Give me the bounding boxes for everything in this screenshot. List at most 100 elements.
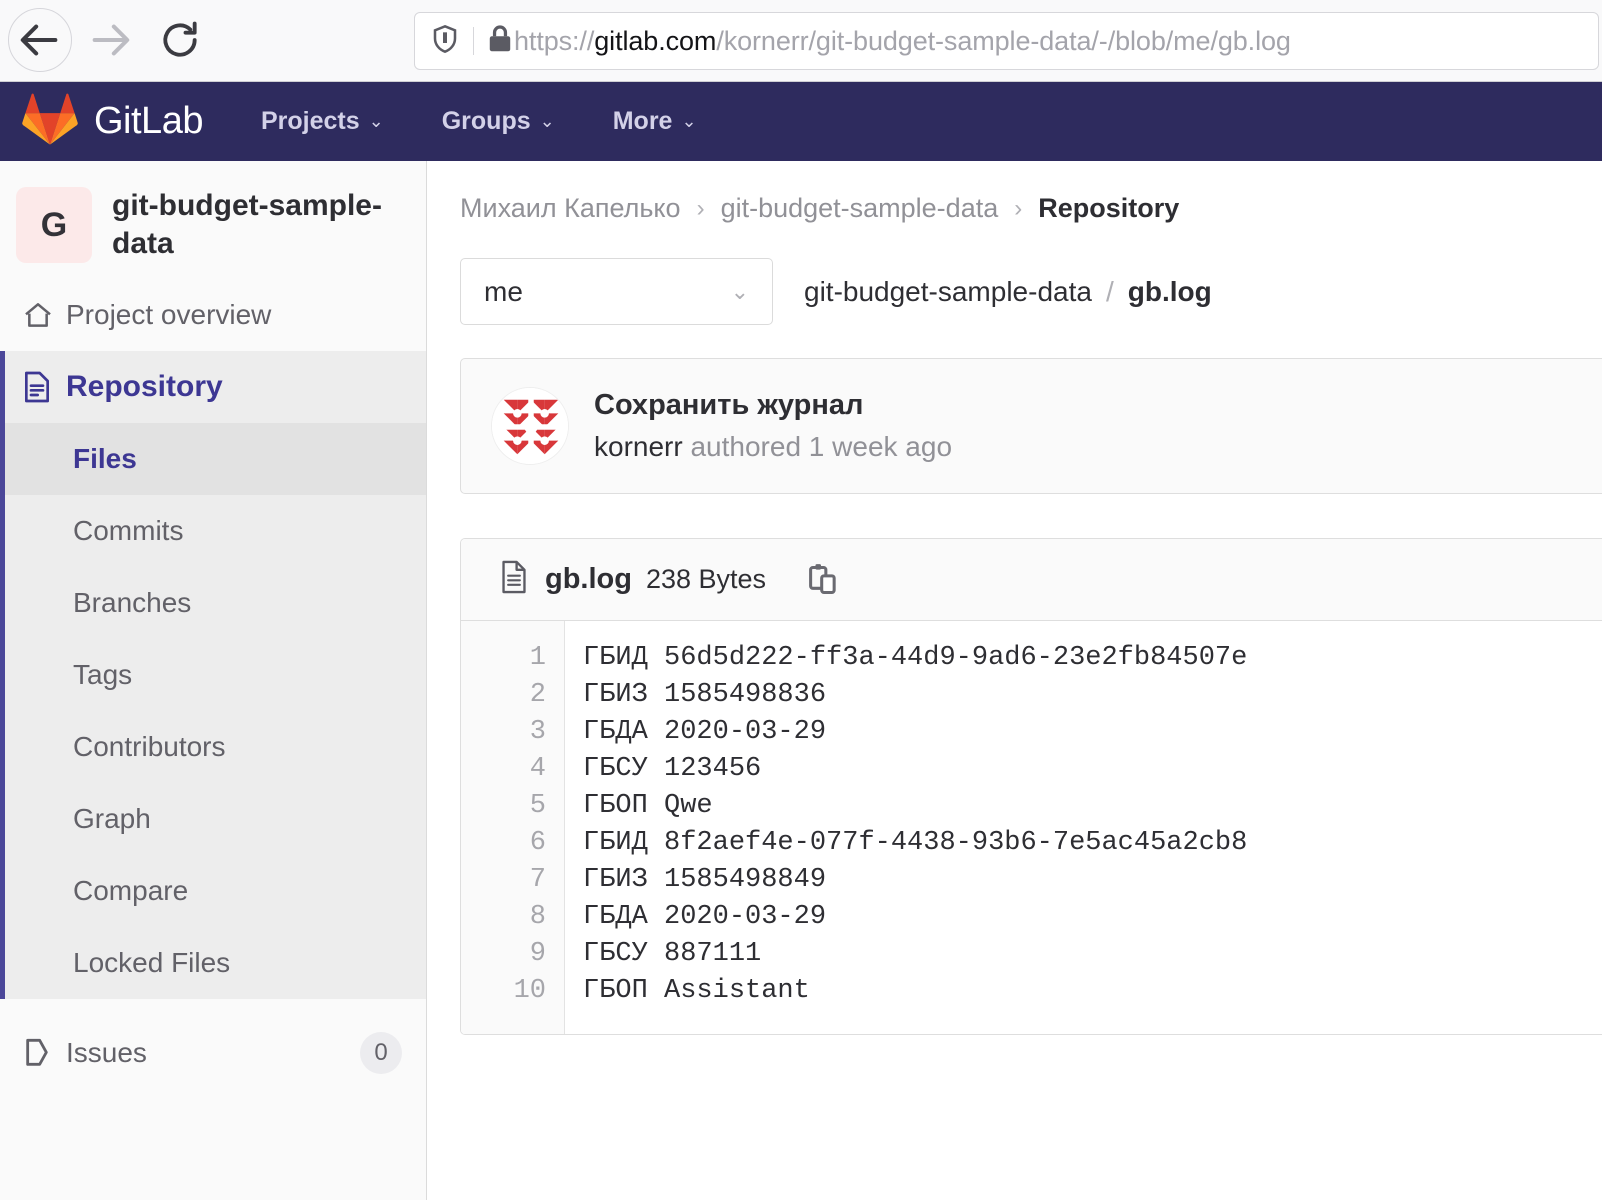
issues-count-badge: 0 <box>360 1032 402 1074</box>
padlock-icon[interactable] <box>486 24 514 59</box>
gitlab-wordmark: GitLab <box>94 100 203 143</box>
url-scheme: https:// <box>514 26 594 56</box>
breadcrumb-item-project[interactable]: git-budget-sample-data <box>721 193 999 224</box>
code-line: ГБСУ 123456 <box>583 751 1602 788</box>
sidebar-item-contributors-label: Contributors <box>73 731 226 763</box>
address-bar[interactable]: https://gitlab.com/kornerr/git-budget-sa… <box>414 12 1599 70</box>
sidebar-item-graph[interactable]: Graph <box>5 783 426 855</box>
nav-groups-label: Groups <box>442 107 531 136</box>
sidebar-item-files[interactable]: Files <box>5 423 426 495</box>
nav-groups[interactable]: Groups ⌄ <box>442 107 555 136</box>
code-line: ГБИД 56d5d222-ff3a-44d9-9ad6-23e2fb84507… <box>583 640 1602 677</box>
sidebar-item-compare[interactable]: Compare <box>5 855 426 927</box>
line-number[interactable]: 5 <box>461 788 546 825</box>
sidebar-item-issues-label: Issues <box>66 1037 147 1069</box>
code-line: ГБСУ 887111 <box>583 936 1602 973</box>
nav-projects-label: Projects <box>261 107 360 136</box>
path-filename: gb.log <box>1128 276 1212 308</box>
line-number-gutter[interactable]: 1 2 3 4 5 6 7 8 9 10 <box>461 621 565 1034</box>
breadcrumb-item-owner[interactable]: Михаил Капелько <box>460 193 681 224</box>
branch-selector-value: me <box>484 276 523 308</box>
line-number[interactable]: 3 <box>461 714 546 751</box>
breadcrumb-separator: › <box>1014 195 1022 223</box>
blob-header: gb.log 238 Bytes <box>461 539 1602 621</box>
code-line: ГБОП Qwe <box>583 788 1602 825</box>
line-number[interactable]: 6 <box>461 825 546 862</box>
code-line: ГБОП Assistant <box>583 973 1602 1010</box>
nav-projects[interactable]: Projects ⌄ <box>261 107 384 136</box>
sidebar-item-project-overview[interactable]: Project overview <box>0 279 426 351</box>
code-line: ГБДА 2020-03-29 <box>583 899 1602 936</box>
browser-nav-buttons <box>8 8 212 72</box>
nav-more-label: More <box>613 107 673 136</box>
project-title: git-budget-sample-data <box>112 187 402 263</box>
sidebar-item-issues[interactable]: Issues 0 <box>0 1017 426 1089</box>
blob-filename: gb.log <box>545 563 632 596</box>
chevron-down-icon: ⌄ <box>369 111 384 132</box>
sidebar-item-compare-label: Compare <box>73 875 188 907</box>
main-content: Михаил Капелько › git-budget-sample-data… <box>427 161 1602 1200</box>
sidebar-item-locked-files-label: Locked Files <box>73 947 230 979</box>
line-number[interactable]: 4 <box>461 751 546 788</box>
project-sidebar: G git-budget-sample-data Project overvie… <box>0 161 427 1200</box>
sidebar-group-repository: Repository Files Commits Branches Tags C… <box>0 351 426 999</box>
line-number[interactable]: 8 <box>461 899 546 936</box>
sidebar-item-files-label: Files <box>73 443 137 475</box>
shield-icon[interactable] <box>429 23 461 60</box>
sidebar-item-project-overview-label: Project overview <box>66 299 271 331</box>
sidebar-item-tags[interactable]: Tags <box>5 639 426 711</box>
identicon-avatar[interactable] <box>491 387 569 465</box>
gitlab-navbar: GitLab Projects ⌄ Groups ⌄ More ⌄ <box>0 82 1602 161</box>
sidebar-project-header[interactable]: G git-budget-sample-data <box>0 161 426 279</box>
home-icon <box>22 299 66 331</box>
sidebar-item-commits[interactable]: Commits <box>5 495 426 567</box>
sidebar-item-repository[interactable]: Repository <box>5 351 426 423</box>
url-path: /kornerr/git-budget-sample-data/-/blob/m… <box>716 26 1291 56</box>
breadcrumb: Михаил Капелько › git-budget-sample-data… <box>427 161 1602 224</box>
copy-to-clipboard-icon[interactable] <box>804 562 838 598</box>
chevron-down-icon: ⌄ <box>681 111 696 132</box>
commit-author[interactable]: kornerr <box>594 431 683 462</box>
line-number[interactable]: 9 <box>461 936 546 973</box>
commit-message[interactable]: Сохранить журнал <box>594 389 952 422</box>
line-number[interactable]: 1 <box>461 640 546 677</box>
blob-filesize: 238 Bytes <box>646 564 766 595</box>
file-path-breadcrumb: git-budget-sample-data / gb.log <box>804 276 1212 308</box>
commit-meta: kornerr authored 1 week ago <box>594 431 952 463</box>
sidebar-item-contributors[interactable]: Contributors <box>5 711 426 783</box>
code-line: ГБИЗ 1585498849 <box>583 862 1602 899</box>
reload-button[interactable] <box>148 8 212 72</box>
reload-icon <box>158 18 202 62</box>
code-content[interactable]: ГБИД 56d5d222-ff3a-44d9-9ad6-23e2fb84507… <box>565 621 1602 1034</box>
breadcrumb-item-repository: Repository <box>1038 193 1179 224</box>
issue-icon <box>22 1037 66 1069</box>
gitlab-tanuki-logo-icon <box>22 92 78 151</box>
path-repo-link[interactable]: git-budget-sample-data <box>804 276 1092 308</box>
sidebar-item-locked-files[interactable]: Locked Files <box>5 927 426 999</box>
file-icon <box>499 560 529 599</box>
commit-text-block: Сохранить журнал kornerr authored 1 week… <box>594 389 952 463</box>
sidebar-item-repository-label: Repository <box>66 370 223 404</box>
urlbar-divider <box>473 27 474 55</box>
gitlab-home-link[interactable]: GitLab <box>22 92 203 151</box>
path-separator: / <box>1106 276 1114 308</box>
url-text[interactable]: https://gitlab.com/kornerr/git-budget-sa… <box>514 26 1291 57</box>
page-layout: G git-budget-sample-data Project overvie… <box>0 161 1602 1200</box>
line-number[interactable]: 10 <box>461 973 546 1010</box>
sidebar-item-graph-label: Graph <box>73 803 151 835</box>
project-avatar: G <box>16 187 92 263</box>
blob-body: 1 2 3 4 5 6 7 8 9 10 ГБИД 56d5d222-ff3a-… <box>461 621 1602 1034</box>
line-number[interactable]: 7 <box>461 862 546 899</box>
sidebar-item-branches[interactable]: Branches <box>5 567 426 639</box>
code-line: ГБИЗ 1585498836 <box>583 677 1602 714</box>
browser-chrome: https://gitlab.com/kornerr/git-budget-sa… <box>0 0 1602 82</box>
forward-arrow-icon <box>87 17 133 63</box>
branch-selector[interactable]: me ⌄ <box>460 258 773 325</box>
line-number[interactable]: 2 <box>461 677 546 714</box>
sidebar-item-commits-label: Commits <box>73 515 183 547</box>
commit-authored-time: authored 1 week ago <box>683 431 952 462</box>
nav-more[interactable]: More ⌄ <box>613 107 697 136</box>
forward-button[interactable] <box>78 8 142 72</box>
url-host: gitlab.com <box>594 26 716 56</box>
back-button[interactable] <box>8 8 72 72</box>
